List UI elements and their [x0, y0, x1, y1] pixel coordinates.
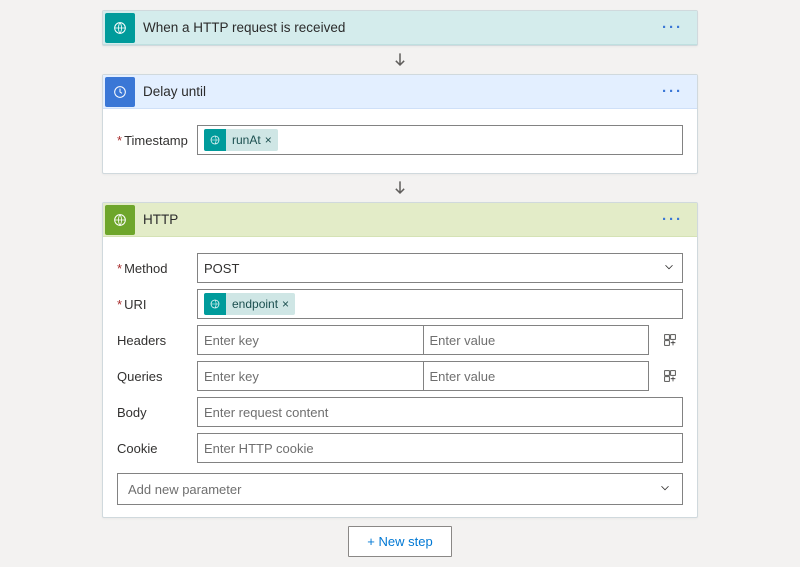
token-runat[interactable]: runAt ×: [204, 129, 278, 151]
step-title: When a HTTP request is received: [143, 20, 658, 35]
step-header[interactable]: When a HTTP request is received ···: [103, 11, 697, 45]
http-request-icon: [204, 129, 226, 151]
new-step-container: + New step: [0, 526, 800, 557]
queries-label: Queries: [117, 369, 197, 384]
chevron-down-icon: [662, 260, 676, 277]
body-label: Body: [117, 405, 197, 420]
switch-mode-button[interactable]: [657, 325, 683, 355]
step-menu-button[interactable]: ···: [658, 83, 687, 100]
step-menu-button[interactable]: ···: [658, 211, 687, 228]
step-http-action: HTTP ··· Method POST URI endpoint: [102, 202, 698, 518]
token-remove-button[interactable]: ×: [265, 133, 272, 147]
method-label: Method: [117, 261, 197, 276]
http-request-icon: [204, 293, 226, 315]
headers-value-input[interactable]: Enter value: [424, 325, 650, 355]
step-delay-until: Delay until ··· Timestamp runAt ×: [102, 74, 698, 174]
step-http-trigger: When a HTTP request is received ···: [102, 10, 698, 46]
chevron-down-icon: [658, 481, 672, 498]
token-endpoint[interactable]: endpoint ×: [204, 293, 295, 315]
queries-key-input[interactable]: Enter key: [197, 361, 424, 391]
method-value: POST: [204, 261, 239, 276]
cookie-label: Cookie: [117, 441, 197, 456]
globe-icon: [105, 205, 135, 235]
token-label: endpoint: [232, 297, 278, 311]
add-parameter-select[interactable]: Add new parameter: [117, 473, 683, 505]
new-step-button[interactable]: + New step: [348, 526, 451, 557]
cookie-input[interactable]: Enter HTTP cookie: [197, 433, 683, 463]
step-header[interactable]: HTTP ···: [103, 203, 697, 237]
timestamp-input[interactable]: runAt ×: [197, 125, 683, 155]
body-input[interactable]: Enter request content: [197, 397, 683, 427]
token-label: runAt: [232, 133, 261, 147]
connector-arrow: [0, 50, 800, 70]
add-parameter-label: Add new parameter: [128, 482, 241, 497]
step-header[interactable]: Delay until ···: [103, 75, 697, 109]
token-remove-button[interactable]: ×: [282, 297, 289, 311]
uri-input[interactable]: endpoint ×: [197, 289, 683, 319]
queries-value-input[interactable]: Enter value: [424, 361, 650, 391]
timestamp-label: Timestamp: [117, 133, 197, 148]
switch-mode-button[interactable]: [657, 361, 683, 391]
workflow-canvas: When a HTTP request is received ··· Dela…: [0, 0, 800, 567]
http-request-icon: [105, 13, 135, 43]
clock-icon: [105, 77, 135, 107]
headers-label: Headers: [117, 333, 197, 348]
step-title: Delay until: [143, 84, 658, 99]
step-title: HTTP: [143, 212, 658, 227]
method-select[interactable]: POST: [197, 253, 683, 283]
headers-key-input[interactable]: Enter key: [197, 325, 424, 355]
connector-arrow: [0, 178, 800, 198]
step-menu-button[interactable]: ···: [658, 19, 687, 36]
uri-label: URI: [117, 297, 197, 312]
